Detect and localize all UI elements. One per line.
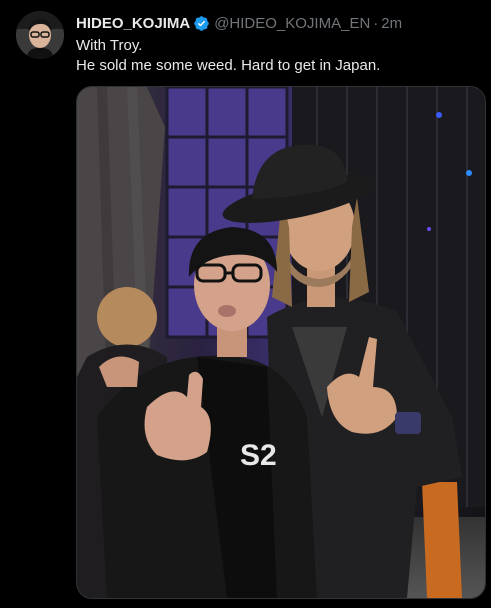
tweet-text-line-1: With Troy. — [76, 37, 143, 54]
tweet-text: With Troy. He sold me some weed. Hard to… — [76, 36, 476, 76]
author-name[interactable]: HIDEO_KOJIMA — [76, 15, 190, 32]
tweet-photo[interactable]: S2 — [76, 86, 486, 599]
avatar-photo-icon — [16, 11, 64, 59]
tweet-text-line-2: He sold me some weed. Hard to get in Jap… — [76, 57, 381, 74]
tweet-header: HIDEO_KOJIMA @HIDEO_KOJIMA_EN · 2m — [76, 13, 402, 33]
verified-badge-icon — [194, 15, 209, 31]
photo-two-men-backstage: S2 — [77, 87, 485, 598]
author-avatar[interactable] — [16, 11, 64, 59]
shirt-print: S2 — [240, 439, 277, 472]
separator-dot: · — [373, 14, 379, 32]
tweet-timestamp[interactable]: 2m — [381, 15, 402, 32]
author-handle[interactable]: @HIDEO_KOJIMA_EN — [214, 15, 370, 32]
